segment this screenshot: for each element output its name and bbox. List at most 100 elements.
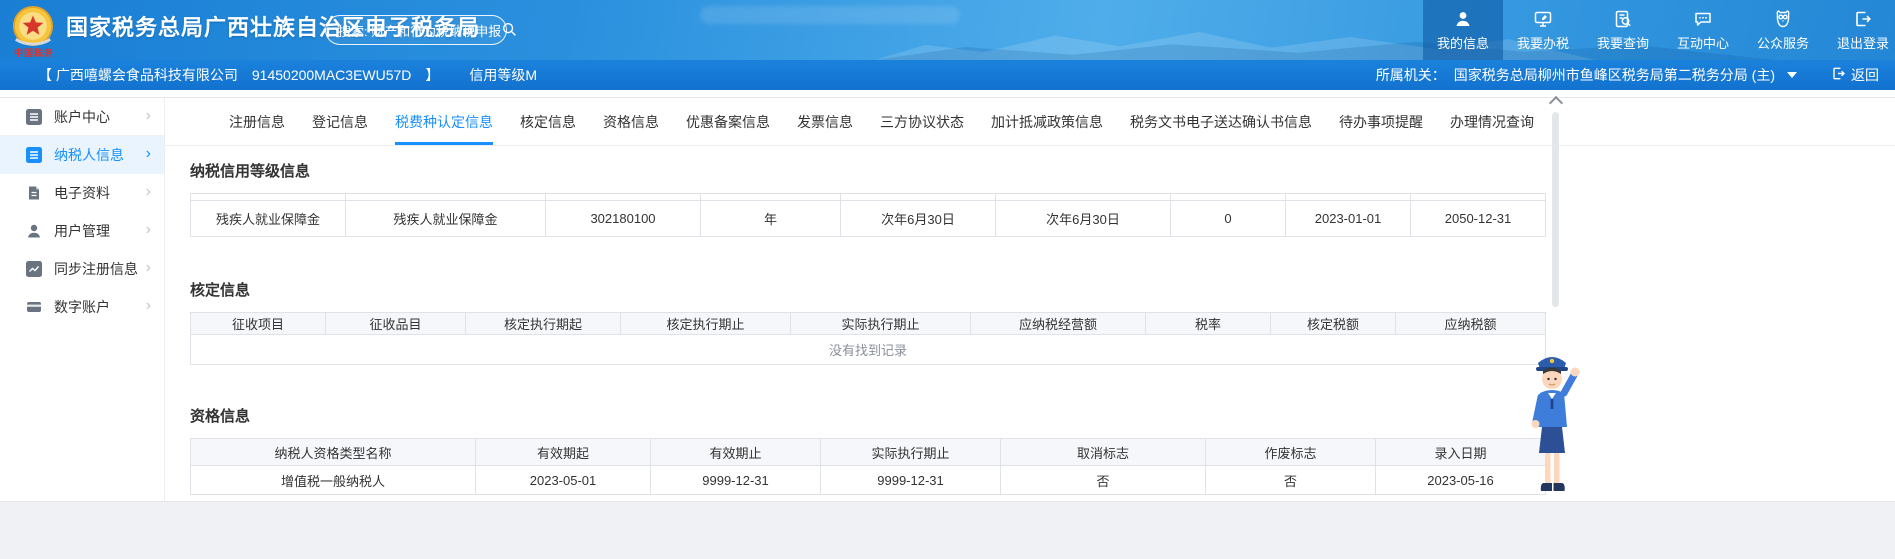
tab-invoice-info[interactable]: 发票信息 [797, 98, 853, 145]
cell: 否 [1001, 466, 1206, 495]
cell: 残疾人就业保障金 [346, 201, 546, 237]
scroll-up-arrow[interactable] [1548, 94, 1564, 108]
column-header: 有效期起 [476, 439, 651, 466]
menu-label: 公众服务 [1757, 33, 1809, 52]
assessment-table: 征收项目 征收品目 核定执行期起 核定执行期止 实际执行期止 应纳税经营额 税率… [190, 312, 1546, 365]
column-header: 应纳税经营额 [971, 313, 1146, 335]
no-records-message: 没有找到记录 [191, 335, 1546, 365]
desktop-icon [1533, 9, 1553, 29]
table-row: 增值税一般纳税人 2023-05-01 9999-12-31 9999-12-3… [191, 466, 1546, 495]
tab-edelivery-confirmation[interactable]: 税务文书电子送达确认书信息 [1130, 98, 1312, 145]
top-menu: 我的信息 我要办税 我要查询 互动中心 公众服务 [1423, 0, 1895, 60]
chevron-right-icon: › [146, 184, 151, 200]
search-box[interactable]: 搜索: 财产和行为税纳税申报 [325, 15, 507, 45]
org-selector[interactable]: 国家税务总局柳州市鱼峰区税务局第二税务分局 (主) [1454, 65, 1775, 85]
taxpayer-id: 91450200MAC3EWU57D [252, 67, 412, 83]
return-label: 返回 [1851, 65, 1879, 85]
cell: 增值税一般纳税人 [191, 466, 476, 495]
credit-rating-table: 残疾人就业保障金 残疾人就业保障金 302180100 年 次年6月30日 次年… [190, 193, 1546, 237]
sidebar-item-taxpayer-info[interactable]: 纳税人信息 › [0, 136, 164, 174]
sidebar-item-account-center[interactable]: 账户中心 › [0, 98, 164, 136]
cell: 年 [701, 201, 841, 237]
column-header: 实际执行期止 [791, 313, 971, 335]
user-management-icon [26, 223, 42, 239]
column-header: 应纳税额 [1396, 313, 1546, 335]
credit-level-badge: 信用等级M [469, 65, 537, 85]
cell: 残疾人就业保障金 [191, 201, 346, 237]
digital-account-icon [26, 299, 42, 315]
logout-icon [1853, 9, 1873, 29]
user-icon [1453, 9, 1473, 29]
top-header: 国家税务总局广西壮族自治区电子税务局 中国税务 搜索: 财产和行为税纳税申报 我… [0, 0, 1895, 60]
org-label: 所属机关： [1376, 65, 1446, 85]
column-header: 实际执行期止 [821, 439, 1001, 466]
document-icon [26, 185, 42, 201]
search-document-icon [1613, 9, 1633, 29]
return-old-version-button[interactable]: 返回 [1831, 65, 1879, 85]
cell: 2023-01-01 [1286, 201, 1411, 237]
sidebar-item-label: 电子资料 [54, 183, 110, 203]
menu-item-query[interactable]: 我要查询 [1583, 0, 1663, 60]
caret-down-icon[interactable] [1787, 72, 1797, 78]
logo-caption: 中国税务 [14, 46, 54, 59]
sidebar-item-digital-account[interactable]: 数字账户 › [0, 288, 164, 326]
section-title-qualification: 资格信息 [190, 405, 1870, 426]
chevron-right-icon: › [146, 108, 151, 124]
tax-emblem-icon [12, 5, 54, 47]
return-icon [1831, 66, 1846, 84]
sidebar: 账户中心 › 纳税人信息 › 电子资料 › 用户管理 › [0, 98, 165, 501]
column-header: 征收项目 [191, 313, 326, 335]
cell: 2050-12-31 [1411, 201, 1546, 237]
cell: 0 [1171, 201, 1286, 237]
chevron-right-icon: › [146, 146, 151, 162]
column-header: 核定执行期起 [466, 313, 621, 335]
menu-item-my-info[interactable]: 我的信息 [1423, 0, 1503, 60]
tab-bar: 注册信息 登记信息 税费种认定信息 核定信息 资格信息 优惠备案信息 发票信息 … [165, 98, 1895, 146]
main-panel: 注册信息 登记信息 税费种认定信息 核定信息 资格信息 优惠备案信息 发票信息 … [165, 98, 1895, 501]
cloud-art [700, 6, 960, 24]
sidebar-item-label: 同步注册信息 [54, 259, 138, 279]
owl-icon [1773, 9, 1793, 29]
tab-registry-info[interactable]: 登记信息 [312, 98, 368, 145]
content-area: 账户中心 › 纳税人信息 › 电子资料 › 用户管理 › [0, 90, 1895, 501]
menu-item-interaction[interactable]: 互动中心 [1663, 0, 1743, 60]
tab-additional-deduction-policy[interactable]: 加计抵减政策信息 [991, 98, 1103, 145]
tab-processing-status-query[interactable]: 办理情况查询 [1450, 98, 1534, 145]
tab-registration-info[interactable]: 注册信息 [229, 98, 285, 145]
sidebar-item-user-management[interactable]: 用户管理 › [0, 212, 164, 250]
taxpayer-info-icon [26, 147, 42, 163]
tab-tripartite-agreement[interactable]: 三方协议状态 [880, 98, 964, 145]
sidebar-item-e-documents[interactable]: 电子资料 › [0, 174, 164, 212]
tab-assessment-info[interactable]: 核定信息 [520, 98, 576, 145]
cell: 次年6月30日 [996, 201, 1171, 237]
sync-registration-icon [26, 261, 42, 277]
menu-label: 我的信息 [1437, 33, 1489, 52]
sidebar-item-sync-registration[interactable]: 同步注册信息 › [0, 250, 164, 288]
menu-item-logout[interactable]: 退出登录 [1823, 0, 1895, 60]
menu-item-public-service[interactable]: 公众服务 [1743, 0, 1823, 60]
cell: 9999-12-31 [821, 466, 1001, 495]
column-header: 纳税人资格类型名称 [191, 439, 476, 466]
account-center-icon [26, 109, 42, 125]
qualification-table: 纳税人资格类型名称 有效期起 有效期止 实际执行期止 取消标志 作废标志 录入日… [190, 438, 1546, 495]
table-header-row: 纳税人资格类型名称 有效期起 有效期止 实际执行期止 取消标志 作废标志 录入日… [191, 439, 1546, 466]
chat-icon [1693, 9, 1713, 29]
table-header-row: 征收项目 征收品目 核定执行期起 核定执行期止 实际执行期止 应纳税经营额 税率… [191, 313, 1546, 335]
chevron-right-icon: › [146, 222, 151, 238]
menu-item-do-tax[interactable]: 我要办税 [1503, 0, 1583, 60]
tab-todo-reminder[interactable]: 待办事项提醒 [1339, 98, 1423, 145]
column-header: 作废标志 [1206, 439, 1376, 466]
search-placeholder: 搜索: 财产和行为税纳税申报 [338, 21, 501, 40]
column-header: 核定税额 [1271, 313, 1396, 335]
tab-preference-filing-info[interactable]: 优惠备案信息 [686, 98, 770, 145]
mascot-tax-officer-image[interactable] [1524, 347, 1580, 499]
tab-tax-type-determination[interactable]: 税费种认定信息 [395, 98, 493, 145]
table-header-clipped [191, 194, 1546, 201]
page-footer-background [0, 501, 1895, 559]
scrollbar-thumb[interactable] [1552, 112, 1559, 307]
tab-qualification-info[interactable]: 资格信息 [603, 98, 659, 145]
sidebar-item-label: 用户管理 [54, 221, 110, 241]
table-row: 残疾人就业保障金 残疾人就业保障金 302180100 年 次年6月30日 次年… [191, 201, 1546, 237]
empty-row: 没有找到记录 [191, 335, 1546, 365]
menu-label: 我要办税 [1517, 33, 1569, 52]
